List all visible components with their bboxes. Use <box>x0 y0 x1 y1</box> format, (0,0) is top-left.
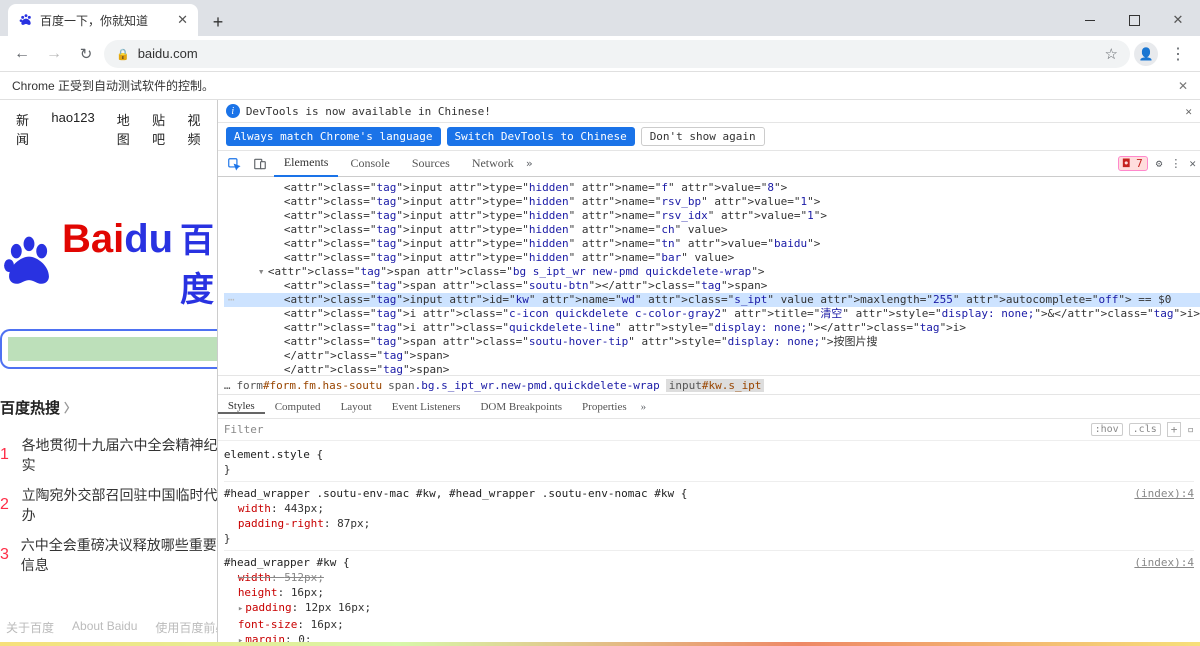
hot-search-item[interactable]: 3六中全会重磅决议释放哪些重要信息热 <box>0 530 217 580</box>
url-text: baidu.com <box>138 46 198 61</box>
settings-gear-icon[interactable]: ⚙ <box>1156 157 1163 170</box>
chrome-menu-icon[interactable] <box>1164 44 1192 64</box>
baidu-paw-icon <box>0 233 58 291</box>
footer-link[interactable]: 关于百度 <box>6 619 54 636</box>
tab-close-icon[interactable]: ✕ <box>177 12 188 28</box>
infobar-text: Chrome 正受到自动测试软件的控制。 <box>12 77 214 94</box>
devtools-lang-banner: i DevTools is now available in Chinese! … <box>218 100 1200 123</box>
hov-toggle[interactable]: :hov <box>1091 423 1123 436</box>
devtools-panel: i DevTools is now available in Chinese! … <box>217 100 1200 646</box>
browser-tab[interactable]: 百度一下，你就知道 ✕ <box>8 4 198 36</box>
tab-elements[interactable]: Elements <box>274 151 339 177</box>
infobar-close-icon[interactable]: ✕ <box>1178 79 1188 93</box>
search-input[interactable] <box>0 329 217 369</box>
devtools-tabs: Elements Console Sources Network » ◘ 7 ⚙… <box>218 151 1200 177</box>
bookmark-star-icon[interactable] <box>1105 45 1118 63</box>
tab-event-listeners[interactable]: Event Listeners <box>382 401 471 413</box>
nav-map[interactable]: 地图 <box>117 110 130 148</box>
tab-network[interactable]: Network <box>462 151 524 177</box>
styles-tabs: Styles Computed Layout Event Listeners D… <box>218 395 1200 419</box>
omnibox[interactable]: baidu.com <box>104 40 1130 68</box>
tab-sources[interactable]: Sources <box>402 151 460 177</box>
lock-icon <box>116 46 130 61</box>
new-style-rule-icon[interactable]: + <box>1167 422 1182 437</box>
nav-hao123[interactable]: hao123 <box>51 110 94 148</box>
device-toolbar-icon[interactable] <box>248 152 272 176</box>
switch-lang-button[interactable]: Switch DevTools to Chinese <box>447 127 635 146</box>
dont-show-button[interactable]: Don't show again <box>641 127 765 146</box>
elements-dom-tree[interactable]: <attr">class="tag">input attr">type="hid… <box>218 177 1200 375</box>
tab-console[interactable]: Console <box>340 151 399 177</box>
devtools-close-icon[interactable]: ✕ <box>1189 157 1196 170</box>
nav-tieba[interactable]: 贴吧 <box>152 110 165 148</box>
always-match-button[interactable]: Always match Chrome's language <box>226 127 441 146</box>
logo-cn: 百度 <box>177 213 217 311</box>
error-badge[interactable]: ◘ 7 <box>1118 156 1148 171</box>
window-minimize-icon[interactable] <box>1068 4 1112 36</box>
inspect-highlight <box>8 337 217 361</box>
info-icon: i <box>226 104 240 118</box>
hot-search-title: 百度热搜 <box>0 397 60 418</box>
hot-search: 百度热搜 〉 ⟳ 换一换 1各地贯彻十九届六中全会精神纪实热2立陶宛外交部召回驻… <box>0 397 217 580</box>
banner-close-icon[interactable]: ✕ <box>1185 105 1192 118</box>
styles-pane-menu-icon[interactable]: ▫ <box>1187 423 1194 436</box>
search-box: 百度一下 <box>0 329 217 369</box>
nav-video[interactable]: 视频 <box>187 110 200 148</box>
tab-dom-breakpoints[interactable]: DOM Breakpoints <box>470 401 572 413</box>
window-titlebar: 百度一下，你就知道 ✕ + <box>0 0 1200 36</box>
tab-title: 百度一下，你就知道 <box>40 12 171 29</box>
hot-search-item[interactable]: 2立陶宛外交部召回驻中国临时代办热 <box>0 480 217 530</box>
nav-reload-icon[interactable] <box>72 40 100 68</box>
devtools-menu-icon[interactable]: ⋮ <box>1170 157 1181 170</box>
address-bar: baidu.com <box>0 36 1200 72</box>
automation-infobar: Chrome 正受到自动测试软件的控制。 ✕ <box>0 72 1200 100</box>
footer-link[interactable]: 使用百度前必读 <box>155 619 216 636</box>
tab-properties[interactable]: Properties <box>572 401 637 413</box>
nav-news[interactable]: 新闻 <box>16 110 29 148</box>
tab-styles[interactable]: Styles <box>218 400 265 414</box>
nav-back-icon[interactable] <box>8 40 36 68</box>
page-footer: 关于百度About Baidu使用百度前必读帮助中心京公网安备110000020… <box>0 619 217 636</box>
devtools-lang-buttons: Always match Chrome's language Switch De… <box>218 123 1200 151</box>
nav-forward-icon <box>40 40 68 68</box>
styles-pane[interactable]: element.style {}(index):4#head_wrapper .… <box>218 441 1200 646</box>
favicon-baidu <box>18 12 34 28</box>
taskbar-strip <box>0 642 1200 646</box>
profile-avatar-icon[interactable] <box>1134 42 1158 66</box>
baidu-top-nav: 新闻 hao123 地图 贴吧 视频 <box>0 100 217 158</box>
page-viewport: 新闻 hao123 地图 贴吧 视频 input#kw.s_ipt550 × 4… <box>0 100 217 646</box>
elements-breadcrumbs[interactable]: … form#form.fm.has-soutu span.bg.s_ipt_w… <box>218 375 1200 395</box>
logo-bai: Bai <box>62 217 124 262</box>
footer-link[interactable]: About Baidu <box>72 619 137 636</box>
tab-computed[interactable]: Computed <box>265 401 331 413</box>
cls-toggle[interactable]: .cls <box>1129 423 1161 436</box>
hot-search-item[interactable]: 1各地贯彻十九届六中全会精神纪实热 <box>0 430 217 480</box>
inspect-element-icon[interactable] <box>222 152 246 176</box>
styles-filter[interactable]: Filter <box>224 423 264 436</box>
more-tabs-icon[interactable]: » <box>526 157 533 170</box>
tab-layout[interactable]: Layout <box>331 401 382 413</box>
baidu-logo: Bai du 百度 <box>0 213 217 311</box>
window-controls <box>1068 4 1200 36</box>
logo-du: du <box>124 217 173 262</box>
window-close-icon[interactable] <box>1156 4 1200 36</box>
styles-filter-row: Filter :hov .cls + ▫ <box>218 419 1200 441</box>
chevron-right-icon[interactable]: 〉 <box>64 399 76 416</box>
new-tab-button[interactable]: + <box>204 8 232 36</box>
window-maximize-icon[interactable] <box>1112 4 1156 36</box>
